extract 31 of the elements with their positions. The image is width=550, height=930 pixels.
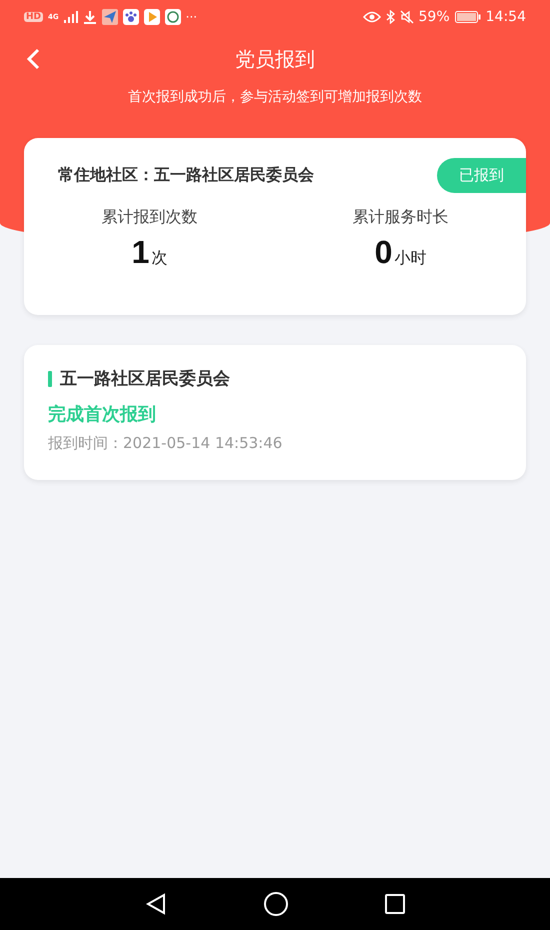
stat-value: 1 [132, 234, 150, 271]
header-subtitle: 首次报到成功后，参与活动签到可增加报到次数 [127, 88, 423, 106]
stat-label: 累计服务时长 [352, 207, 448, 228]
hd-indicator: HD [24, 12, 44, 22]
home-nav-icon[interactable] [263, 891, 289, 917]
recents-nav-icon[interactable] [384, 893, 406, 915]
signal-icon [64, 11, 78, 23]
record-community: 五一路社区居民委员会 [60, 368, 230, 390]
eye-icon [362, 11, 381, 23]
stat-label: 累计报到次数 [102, 207, 198, 228]
battery-icon [454, 11, 481, 23]
bluetooth-icon [386, 10, 395, 24]
record-time: 报到时间：2021-05-14 14:53:46 [48, 434, 284, 453]
more-indicator: ··· [186, 10, 198, 24]
accent-bar [48, 370, 52, 386]
download-icon [82, 10, 97, 24]
stat-unit: 次 [151, 248, 168, 269]
status-badge: 已报到 [437, 158, 526, 193]
stat-value: 0 [374, 234, 392, 271]
back-nav-icon[interactable] [144, 892, 168, 916]
record-status: 完成首次报到 [48, 403, 157, 426]
paper-plane-icon [102, 9, 118, 25]
battery-percentage: 59% [418, 9, 450, 25]
play-icon [144, 9, 160, 25]
mute-icon [400, 10, 414, 24]
clock-time: 14:54 [486, 9, 526, 25]
back-icon[interactable] [26, 48, 40, 70]
paw-icon [122, 9, 139, 25]
page-title: 党员报到 [235, 46, 315, 72]
stat-unit: 小时 [394, 248, 426, 269]
community-label: 常住地社区：五一路社区居民委员会 [58, 165, 314, 186]
